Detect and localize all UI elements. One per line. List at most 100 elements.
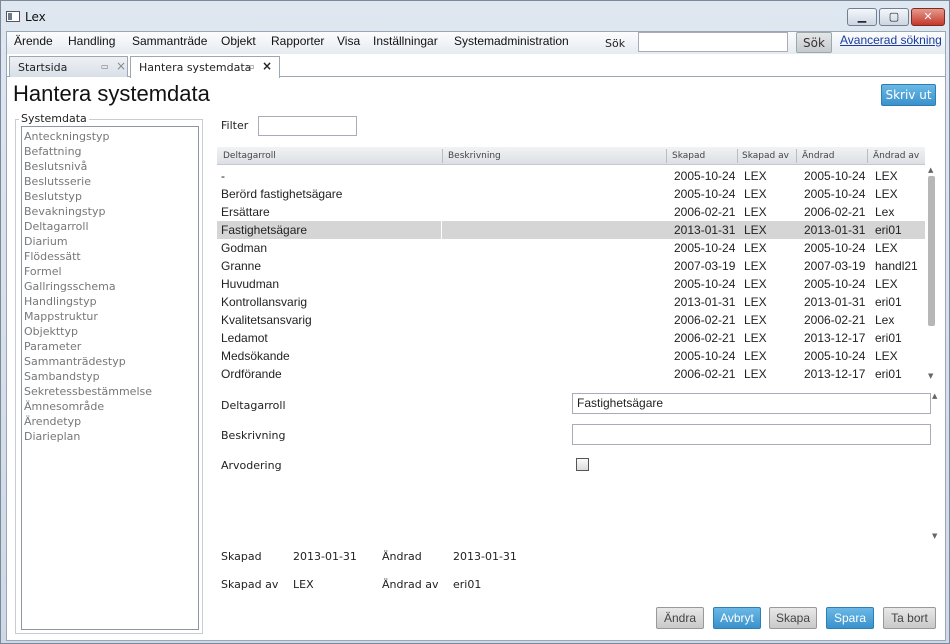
column-header[interactable]: Skapad [672, 151, 705, 161]
systemdata-item[interactable]: Gallringsschema [24, 280, 116, 293]
table-row[interactable]: Godman 2005-10-24 LEX 2005-10-24 LEX [217, 239, 925, 257]
app-window: Lex ▁ ▢ ✕ Ärende Handling Sammanträde Ob… [0, 0, 950, 644]
menu-systemadministration[interactable]: Systemadministration [454, 34, 569, 48]
systemdata-item[interactable]: Mappstruktur [24, 310, 98, 323]
scroll-up-icon[interactable]: ▲ [928, 166, 933, 174]
menu-installningar[interactable]: Inställningar [373, 34, 438, 48]
systemdata-item[interactable]: Formel [24, 265, 62, 278]
advanced-search-link[interactable]: Avancerad sökning [840, 33, 942, 47]
column-separator[interactable] [666, 149, 667, 163]
table-row[interactable]: Fastighetsägare 2013-01-31 LEX 2013-01-31 er… [217, 221, 925, 239]
arvodering-checkbox[interactable] [576, 458, 589, 471]
beskrivning-input[interactable] [572, 424, 931, 445]
grid-scrollbar[interactable]: ▲ ▼ [927, 166, 937, 381]
table-row[interactable]: Kvalitetsansvarig 2006-02-21 LEX 2006-02-21… [217, 311, 925, 329]
column-separator[interactable] [737, 149, 738, 163]
menu-handling[interactable]: Handling [68, 34, 115, 48]
column-separator[interactable] [796, 149, 797, 163]
table-cell: 2006-02-21 [674, 313, 736, 327]
systemdata-item[interactable]: Diarieplan [24, 430, 80, 443]
systemdata-item[interactable]: Beslutsserie [24, 175, 91, 188]
systemdata-item[interactable]: Diarium [24, 235, 68, 248]
table-cell: 2013-12-17 [804, 367, 866, 381]
menu-sammantrade[interactable]: Sammanträde [132, 34, 207, 48]
scroll-down-icon[interactable]: ▼ [932, 532, 937, 540]
systemdata-item[interactable]: Flödessätt [24, 250, 81, 263]
systemdata-item[interactable]: Objekttyp [24, 325, 78, 338]
deltagarroll-input[interactable]: Fastighetsägare [572, 393, 931, 414]
table-cell: LEX [875, 169, 898, 183]
scroll-thumb[interactable] [928, 176, 935, 326]
table-row[interactable]: Ledamot 2006-02-21 LEX 2013-12-17 eri01 [217, 329, 925, 347]
search-button[interactable]: Sök [796, 32, 832, 53]
close-tab-icon[interactable]: × [262, 59, 272, 73]
table-cell: LEX [744, 277, 767, 291]
andra-button[interactable]: Ändra [656, 607, 704, 629]
table-cell: 2005-10-24 [674, 349, 736, 363]
table-row[interactable]: Granne 2007-03-19 LEX 2007-03-19 handl21 [217, 257, 925, 275]
systemdata-item[interactable]: Bevakningstyp [24, 205, 105, 218]
table-cell: 2013-12-17 [804, 331, 866, 345]
table-row[interactable]: - 2005-10-24 LEX 2005-10-24 LEX [217, 167, 925, 185]
scroll-down-icon[interactable]: ▼ [928, 372, 933, 380]
table-row[interactable]: Huvudman 2005-10-24 LEX 2005-10-24 LEX [217, 275, 925, 293]
menu-rapporter[interactable]: Rapporter [271, 34, 324, 48]
maximize-button[interactable]: ▢ [879, 8, 909, 26]
systemdata-item[interactable]: Deltagarroll [24, 220, 89, 233]
close-tab-icon[interactable]: × [116, 59, 126, 73]
systemdata-item[interactable]: Ämnesområde [24, 400, 104, 413]
systemdata-item[interactable]: Sekretessbestämmelse [24, 385, 152, 398]
column-header[interactable]: Ändrad av [873, 151, 919, 161]
pin-icon[interactable]: ▭ [247, 62, 255, 71]
systemdata-item[interactable]: Beslutsnivå [24, 160, 87, 173]
cell-divider [441, 221, 442, 239]
avbryt-button[interactable]: Avbryt [713, 607, 761, 629]
systemdata-item[interactable]: Handlingstyp [24, 295, 97, 308]
tab-hantera-systemdata[interactable]: Hantera systemdata ▭ × [130, 56, 280, 78]
pin-icon[interactable]: ▭ [101, 62, 109, 71]
deltagarroll-label: Deltagarroll [221, 399, 286, 412]
filter-label: Filter [221, 119, 249, 132]
ta-bort-button[interactable]: Ta bort [883, 607, 936, 629]
table-cell: 2006-02-21 [674, 331, 736, 345]
systemdata-item[interactable]: Befattning [24, 145, 82, 158]
close-window-button[interactable]: ✕ [911, 8, 945, 26]
print-button[interactable]: Skriv ut [881, 84, 936, 106]
column-separator[interactable] [442, 149, 443, 163]
table-row[interactable]: Ersättare 2006-02-21 LEX 2006-02-21 Lex [217, 203, 925, 221]
column-separator[interactable] [867, 149, 868, 163]
menu-objekt[interactable]: Objekt [221, 34, 256, 48]
menu-arende[interactable]: Ärende [14, 34, 53, 48]
skapa-button[interactable]: Skapa [769, 607, 817, 629]
systemdata-item[interactable]: Beslutstyp [24, 190, 82, 203]
table-cell: 2006-02-21 [674, 205, 736, 219]
spara-button[interactable]: Spara [826, 607, 874, 629]
column-header[interactable]: Beskrivning [448, 151, 501, 161]
column-header[interactable]: Ändrad [802, 151, 835, 161]
table-cell: LEX [744, 169, 767, 183]
window-title: Lex [25, 10, 46, 24]
table-row[interactable]: Ordförande 2006-02-21 LEX 2013-12-17 eri01 [217, 365, 925, 383]
table-cell: 2005-10-24 [674, 187, 736, 201]
filter-input[interactable] [258, 116, 357, 136]
scroll-up-icon[interactable]: ▲ [932, 392, 937, 400]
beskrivning-label: Beskrivning [221, 429, 286, 442]
tab-label: Startsida [18, 61, 68, 74]
systemdata-item[interactable]: Parameter [24, 340, 81, 353]
column-header[interactable]: Skapad av [742, 151, 789, 161]
tab-startsida[interactable]: Startsida ▭ × [9, 56, 128, 77]
systemdata-item[interactable]: Ärendetyp [24, 415, 81, 428]
menu-visa[interactable]: Visa [337, 34, 360, 48]
skapad-av-value: LEX [293, 578, 314, 591]
systemdata-item[interactable]: Anteckningstyp [24, 130, 110, 143]
table-cell: 2006-02-21 [804, 313, 866, 327]
search-input[interactable] [638, 32, 788, 52]
systemdata-item[interactable]: Sambandstyp [24, 370, 100, 383]
table-row[interactable]: Medsökande 2005-10-24 LEX 2005-10-24 LEX [217, 347, 925, 365]
table-cell: Ersättare [221, 205, 270, 219]
table-row[interactable]: Berörd fastighetsägare 2005-10-24 LEX 2005-… [217, 185, 925, 203]
table-row[interactable]: Kontrollansvarig 2013-01-31 LEX 2013-01-31 e… [217, 293, 925, 311]
column-header[interactable]: Deltagarroll [223, 151, 276, 161]
minimize-button[interactable]: ▁ [847, 8, 877, 26]
systemdata-item[interactable]: Sammanträdestyp [24, 355, 126, 368]
